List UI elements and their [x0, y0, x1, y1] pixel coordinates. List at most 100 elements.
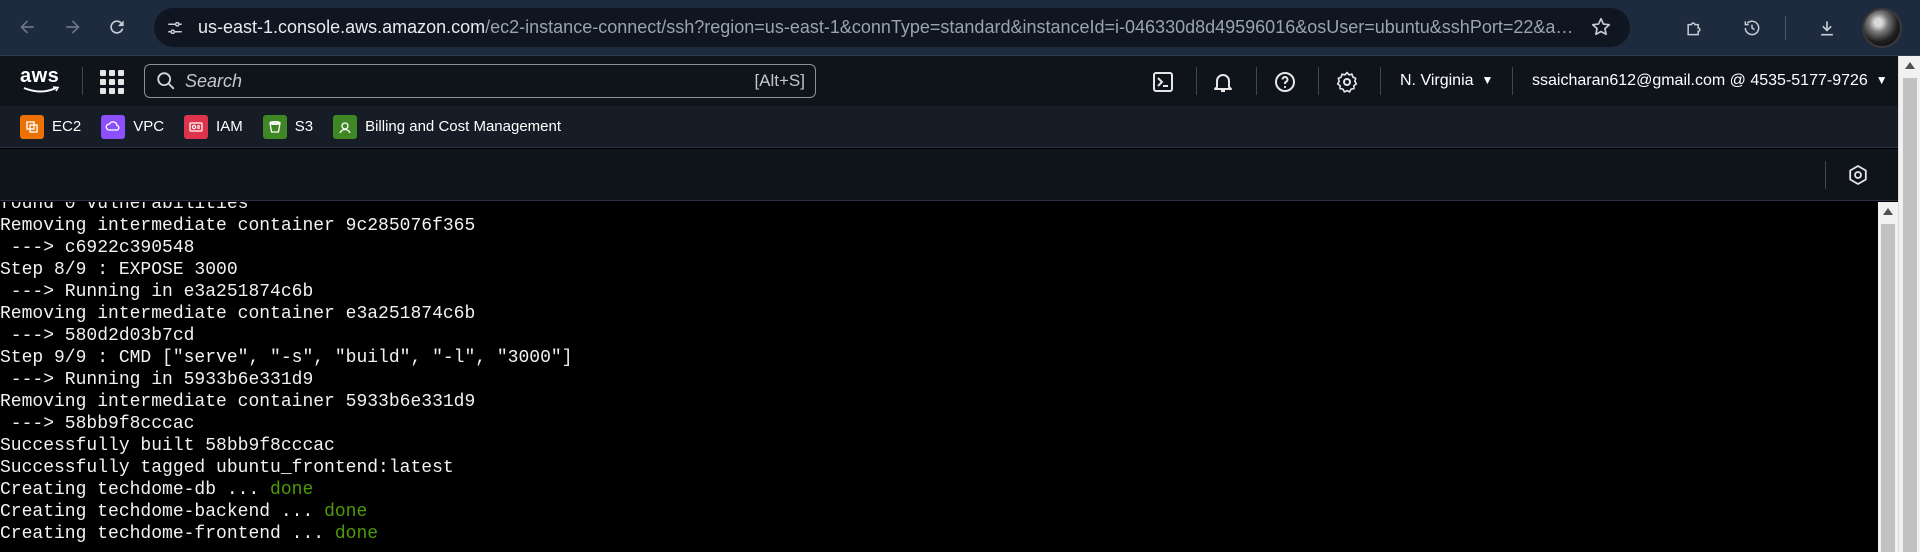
terminal-output: found 0 vulnerabilities Removing intermed…	[0, 202, 573, 545]
terminal-line: Removing intermediate container 9c285076…	[0, 216, 476, 236]
terminal-settings-button[interactable]	[1846, 163, 1870, 187]
account-menu[interactable]: ssaicharan612@gmail.com @ 4535-5177-9726…	[1532, 72, 1888, 90]
header-divider	[1512, 67, 1513, 95]
url-text: us-east-1.console.aws.amazon.com/ec2-ins…	[198, 17, 1578, 38]
terminal-line: Creating techdome-db ... done	[0, 479, 573, 501]
session-toolbar	[0, 149, 1920, 201]
favorite-label: S3	[294, 118, 314, 135]
toolbar-divider	[1825, 161, 1826, 189]
terminal-line: found 0 vulnerabilities	[0, 202, 249, 214]
settings-button[interactable]	[1334, 69, 1360, 95]
favorite-label: IAM	[216, 118, 243, 135]
terminal-line-text: Creating techdome-backend ...	[0, 502, 325, 522]
bell-icon	[1214, 74, 1232, 92]
iam-icon	[184, 114, 209, 139]
search-icon	[157, 72, 175, 90]
favorite-vpc[interactable]: VPC	[101, 114, 165, 139]
status-done: done	[324, 502, 368, 522]
cloudshell-button[interactable]	[1150, 69, 1176, 95]
terminal-line: ---> Running in 5933b6e331d9	[0, 370, 314, 390]
profile-avatar[interactable]	[1862, 7, 1902, 48]
puzzle-icon	[1687, 21, 1701, 35]
billing-icon	[333, 114, 358, 139]
terminal-line: ---> c6922c390548	[0, 238, 195, 258]
caret-down-icon: ▼	[1481, 73, 1494, 87]
address-bar[interactable]: us-east-1.console.aws.amazon.com/ec2-ins…	[154, 8, 1630, 47]
favorite-s3[interactable]: S3	[262, 114, 314, 139]
url-host: us-east-1.console.aws.amazon.com	[198, 17, 486, 37]
gear-icon	[1336, 71, 1358, 93]
terminal-line: Creating techdome-frontend ... done	[0, 523, 573, 545]
s3-bucket-icon	[262, 114, 287, 139]
aws-console-header: aws [Alt+S] N. Virginia ▼ ssaicharan612@g…	[0, 56, 1920, 106]
notifications-button[interactable]	[1210, 69, 1236, 95]
aws-logo-text: aws	[20, 65, 60, 87]
header-divider	[82, 67, 83, 95]
aws-smile-icon	[23, 86, 60, 93]
vpc-icon	[101, 114, 126, 139]
help-icon	[1275, 72, 1295, 92]
header-divider	[1380, 67, 1381, 95]
terminal-line: ---> Running in e3a251874c6b	[0, 282, 314, 302]
favorite-billing[interactable]: Billing and Cost Management	[333, 114, 561, 139]
favorite-label: VPC	[133, 118, 165, 135]
chrome-divider	[1785, 15, 1786, 40]
browser-actions	[1653, 0, 1920, 55]
page-scrollbar[interactable]	[1898, 56, 1920, 552]
caret-down-icon: ▼	[1875, 73, 1888, 87]
history-button[interactable]	[1735, 11, 1769, 45]
search-input[interactable]	[185, 70, 725, 92]
site-info-button[interactable]	[160, 13, 190, 43]
services-menu-button[interactable]	[98, 68, 124, 94]
history-icon	[1744, 20, 1760, 35]
terminal-line: Successfully tagged ubuntu_frontend:late…	[0, 458, 454, 478]
status-done: done	[334, 524, 379, 544]
downloads-button[interactable]	[1810, 11, 1844, 45]
terminal-line: Removing intermediate container 5933b6e3…	[0, 392, 476, 412]
scrollbar-thumb[interactable]	[1903, 78, 1917, 552]
terminal-line-text: Creating techdome-frontend ...	[0, 524, 335, 544]
terminal-line: Removing intermediate container e3a25187…	[0, 304, 476, 324]
favorite-iam[interactable]: IAM	[184, 114, 243, 139]
reload-button[interactable]	[100, 10, 134, 44]
aws-logo[interactable]: aws	[20, 66, 62, 96]
header-divider	[1318, 67, 1319, 95]
terminal-line: Creating techdome-backend ... done	[0, 501, 573, 523]
terminal-line: ---> 58bb9f8cccac	[0, 414, 195, 434]
favorite-ec2[interactable]: EC2	[20, 114, 82, 139]
scroll-up-arrow-icon[interactable]	[1883, 208, 1893, 215]
back-button[interactable]	[10, 10, 44, 44]
browser-toolbar: us-east-1.console.aws.amazon.com/ec2-ins…	[0, 0, 1920, 55]
favorites-bar: EC2 VPC IAM S3 Billing and Cost Manageme…	[0, 106, 1920, 148]
header-divider	[1196, 67, 1197, 95]
star-icon	[1591, 17, 1611, 36]
hexagon-settings-icon	[1849, 165, 1867, 185]
arrow-left-icon	[20, 20, 34, 34]
extensions-button[interactable]	[1677, 11, 1711, 45]
cloudshell-icon	[1153, 72, 1173, 92]
url-path: /ec2-instance-connect/ssh?region=us-east…	[485, 17, 1578, 37]
terminal-scrollbar[interactable]	[1878, 202, 1898, 552]
terminal-line: ---> 580d2d03b7cd	[0, 326, 195, 346]
favorite-label: EC2	[52, 118, 82, 135]
arrow-right-icon	[66, 20, 80, 34]
region-label: N. Virginia	[1400, 72, 1474, 89]
terminal-line: Step 8/9 : EXPOSE 3000	[0, 260, 238, 280]
ec2-icon	[20, 114, 44, 139]
region-selector[interactable]: N. Virginia ▼	[1400, 72, 1493, 90]
terminal-line: Successfully built 58bb9f8cccac	[0, 436, 335, 456]
status-done: done	[270, 480, 314, 500]
download-icon	[1821, 20, 1833, 35]
reload-icon	[110, 20, 124, 34]
forward-button[interactable]	[56, 10, 90, 44]
terminal[interactable]: found 0 vulnerabilities Removing intermed…	[0, 202, 1878, 552]
scroll-up-arrow-icon[interactable]	[1905, 62, 1915, 69]
help-button[interactable]	[1272, 69, 1298, 95]
search-shortcut-hint: [Alt+S]	[754, 71, 805, 90]
account-label: ssaicharan612@gmail.com @ 4535-5177-9726	[1532, 72, 1868, 89]
search-box[interactable]: [Alt+S]	[144, 64, 816, 98]
terminal-line: Step 9/9 : CMD ["serve", "-s", "build", …	[0, 348, 573, 368]
tune-icon	[168, 21, 182, 34]
bookmark-button[interactable]	[1590, 16, 1612, 43]
scrollbar-thumb[interactable]	[1881, 224, 1895, 552]
